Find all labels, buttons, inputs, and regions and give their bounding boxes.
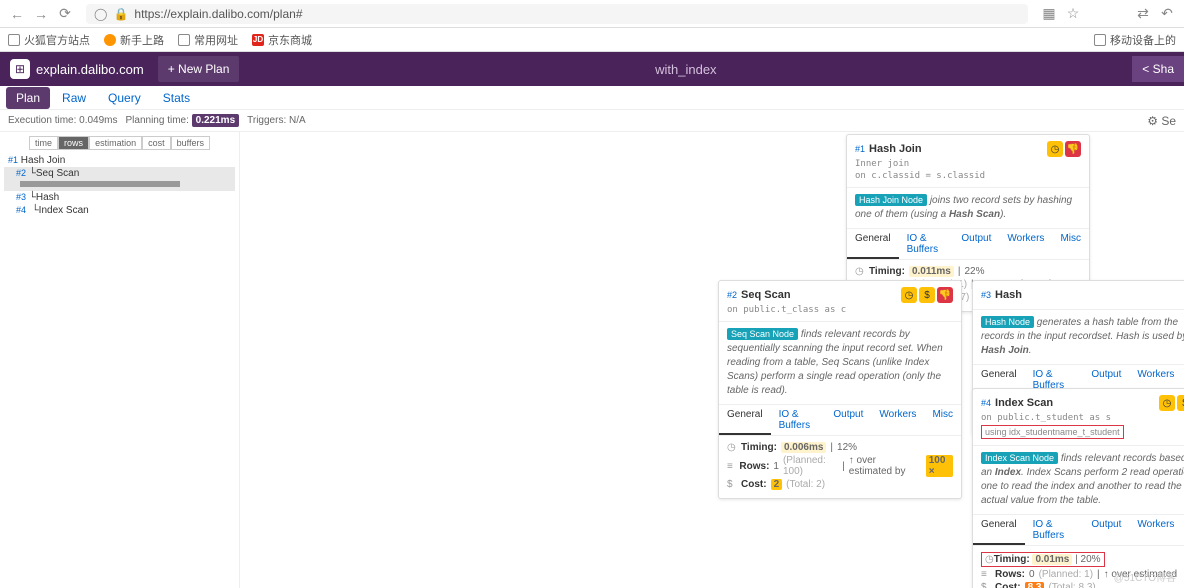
share-button[interactable]: < Sha (1132, 56, 1184, 82)
stats-bar: Execution time: 0.049ms Planning time: 0… (0, 110, 1184, 132)
tab-plan[interactable]: Plan (6, 87, 50, 109)
clock-icon: ◷ (1159, 395, 1175, 411)
rows-icon: ≡ (727, 461, 735, 472)
node-index-scan[interactable]: #4 Index Scan ◷ $ 👎 on public.t_student … (972, 388, 1184, 588)
exec-time: Execution time: 0.049ms (8, 115, 118, 126)
node-tab-general[interactable]: General (719, 405, 771, 435)
node-tab-io[interactable]: IO & Buffers (771, 405, 826, 435)
node-title: Hash Join (869, 143, 922, 155)
dollar-icon: $ (981, 582, 991, 588)
bookmark-jd[interactable]: JD京东商城 (252, 32, 312, 48)
settings-button[interactable]: ⚙ Se (1147, 114, 1176, 128)
clock-icon: ◷ (1047, 141, 1063, 157)
node-tab-output[interactable]: Output (953, 229, 999, 259)
reader-icon[interactable]: ▦ (1040, 5, 1058, 23)
dollar-icon: $ (727, 479, 737, 490)
shield-icon: ◯ (94, 7, 107, 21)
tab-raw[interactable]: Raw (52, 87, 96, 109)
node-description: Index Scan Node finds relevant records b… (973, 446, 1184, 514)
node-seq-scan[interactable]: #2 Seq Scan ◷ $ 👎 on public.t_class as c… (718, 280, 962, 499)
dollar-icon: $ (919, 287, 935, 303)
dollar-icon: $ (1177, 395, 1184, 411)
thumbs-down-icon: 👎 (1065, 141, 1081, 157)
node-title: Hash (995, 289, 1022, 301)
new-plan-button[interactable]: + New Plan (158, 56, 240, 82)
back-alt-icon[interactable]: ↶ (1158, 5, 1176, 23)
tree-seq-scan[interactable]: #2 └Seq Scan (4, 167, 235, 191)
filter-estimation[interactable]: estimation (89, 136, 142, 150)
node-tab-misc[interactable]: Misc (1052, 229, 1089, 259)
firefox-icon (104, 34, 116, 46)
node-tab-misc[interactable]: Misc (924, 405, 961, 435)
filter-rows[interactable]: rows (58, 136, 89, 150)
node-title: Index Scan (995, 397, 1053, 409)
node-tab-output[interactable]: Output (1083, 515, 1129, 545)
app-header: ⊞ explain.dalibo.com + New Plan with_ind… (0, 52, 1184, 86)
folder-icon (1094, 34, 1106, 46)
node-tab-general[interactable]: General (973, 515, 1025, 545)
filter-buffers[interactable]: buffers (171, 136, 210, 150)
rows-icon: ≡ (981, 569, 991, 580)
node-title: Seq Scan (741, 289, 791, 301)
sidebar: time rows estimation cost buffers #1 Has… (0, 132, 240, 588)
tree-index-scan[interactable]: #4 └Index Scan (4, 204, 235, 217)
node-tab-io[interactable]: IO & Buffers (899, 229, 954, 259)
node-tab-workers[interactable]: Workers (1129, 515, 1182, 545)
clock-icon: ◷ (727, 442, 737, 453)
node-tab-general[interactable]: General (847, 229, 899, 259)
node-description: Hash Node generates a hash table from th… (973, 310, 1184, 364)
highlighted-timing: ◷Timing: 0.01ms | 20% (981, 552, 1105, 567)
tree-hash[interactable]: #3 └Hash (4, 191, 235, 204)
tab-stats[interactable]: Stats (153, 87, 200, 109)
triggers: Triggers: N/A (247, 115, 306, 126)
thumbs-down-icon: 👎 (937, 287, 953, 303)
node-tab-workers[interactable]: Workers (999, 229, 1052, 259)
filter-buttons: time rows estimation cost buffers (4, 136, 235, 150)
forward-button[interactable]: → (32, 5, 50, 23)
back-button[interactable]: ← (8, 5, 26, 23)
reload-button[interactable]: ⟳ (56, 5, 74, 23)
node-tab-output[interactable]: Output (825, 405, 871, 435)
view-tabs: Plan Raw Query Stats (0, 86, 1184, 110)
sync-icon[interactable]: ⇄ (1134, 5, 1152, 23)
node-tab-io[interactable]: IO & Buffers (1025, 515, 1084, 545)
bookmark-mobile[interactable]: 移动设备上的 (1094, 32, 1176, 48)
bookmark-common[interactable]: 常用网址 (178, 32, 238, 48)
folder-icon (178, 34, 190, 46)
app-logo[interactable]: ⊞ explain.dalibo.com (0, 59, 154, 79)
clock-icon: ◷ (985, 554, 994, 565)
bookmark-newbie[interactable]: 新手上路 (104, 32, 164, 48)
watermark: @51CTO博客 (1114, 569, 1176, 584)
node-description: Seq Scan Node finds relevant records by … (719, 322, 961, 404)
filter-cost[interactable]: cost (142, 136, 171, 150)
dalibo-icon: ⊞ (10, 59, 30, 79)
folder-icon (8, 34, 20, 46)
clock-icon: ◷ (901, 287, 917, 303)
plan-title: with_index (239, 62, 1132, 77)
node-tab-workers[interactable]: Workers (871, 405, 924, 435)
filter-time[interactable]: time (29, 136, 58, 150)
tree-hash-join[interactable]: #1 Hash Join (4, 154, 235, 167)
lock-icon: 🔒 (113, 7, 128, 21)
tab-query[interactable]: Query (98, 87, 151, 109)
progress-bar (20, 181, 180, 187)
highlighted-index: using idx_studentname_t_student (981, 425, 1124, 439)
node-description: Hash Join Node joins two record sets by … (847, 188, 1089, 228)
plan-time: Planning time: 0.221ms (126, 115, 240, 126)
bookmark-firefox-official[interactable]: 火狐官方站点 (8, 32, 90, 48)
clock-icon: ◷ (855, 266, 865, 277)
bookmarks-bar: 火狐官方站点 新手上路 常用网址 JD京东商城 移动设备上的 (0, 28, 1184, 52)
jd-icon: JD (252, 34, 264, 46)
plan-canvas[interactable]: #1 Hash Join ◷ 👎 Inner join on c.classid… (240, 132, 1184, 588)
url-text: https://explain.dalibo.com/plan# (134, 7, 302, 21)
star-icon[interactable]: ☆ (1064, 5, 1082, 23)
address-bar[interactable]: ◯ 🔒 https://explain.dalibo.com/plan# (86, 4, 1028, 24)
browser-toolbar: ← → ⟳ ◯ 🔒 https://explain.dalibo.com/pla… (0, 0, 1184, 28)
